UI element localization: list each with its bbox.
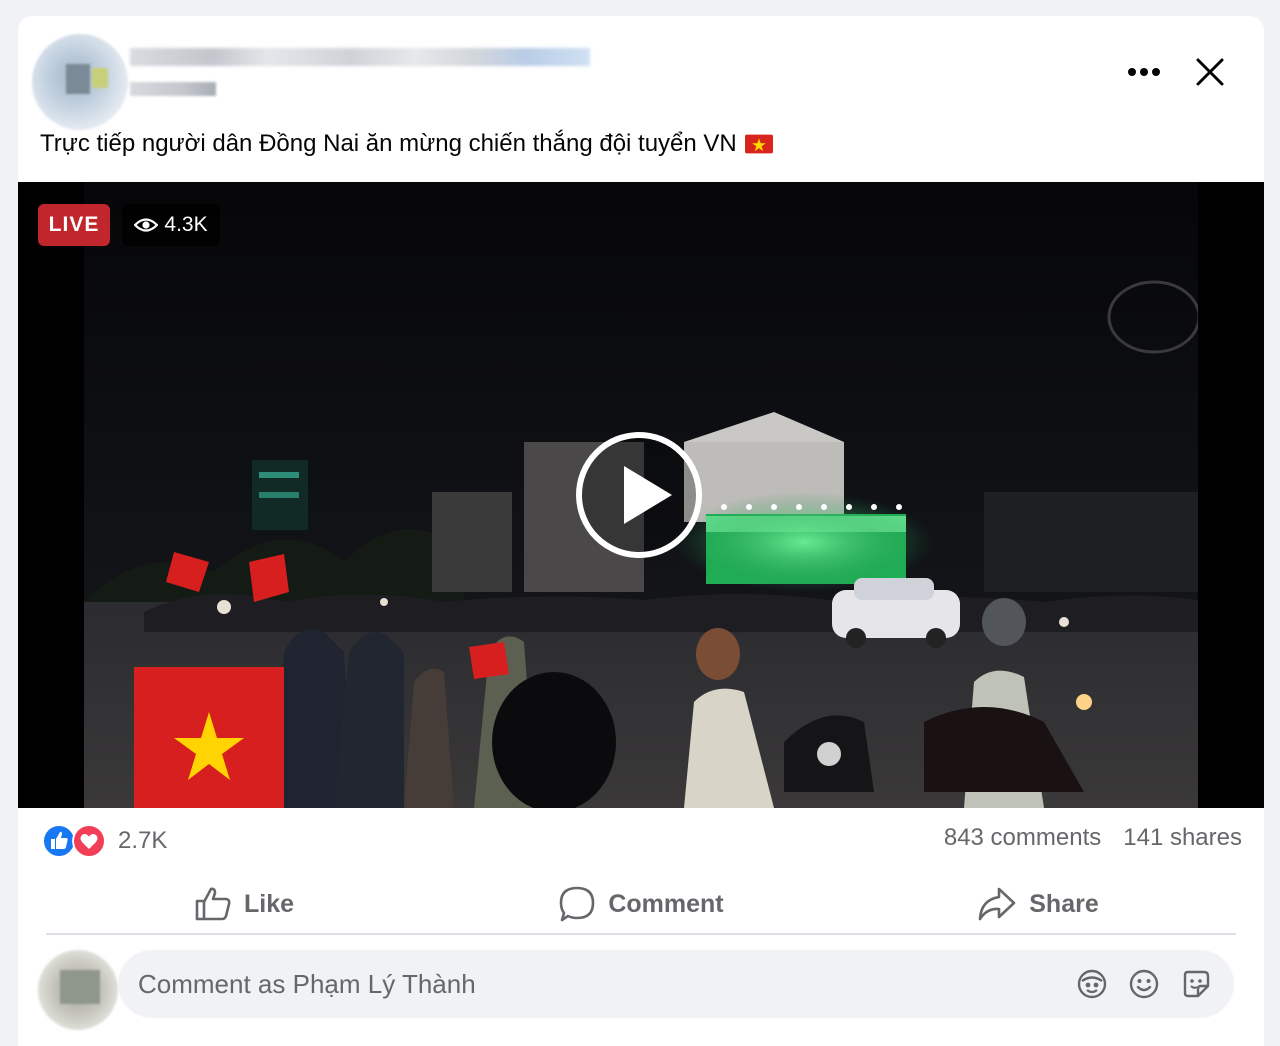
close-icon <box>1196 58 1224 86</box>
close-button[interactable] <box>1190 52 1230 92</box>
live-video-player[interactable]: LIVE 4.3K <box>18 182 1264 808</box>
reactions-summary[interactable]: 2.7K <box>42 822 167 860</box>
comment-input-tools <box>1076 968 1234 1000</box>
comment-button[interactable]: Comment <box>443 874 839 934</box>
comment-box <box>118 950 1234 1018</box>
share-label: Share <box>1029 889 1099 918</box>
comment-label: Comment <box>608 889 724 918</box>
author-name-blurred[interactable] <box>130 48 590 66</box>
sticker-icon[interactable] <box>1180 968 1212 1000</box>
more-options-button[interactable] <box>1124 54 1164 90</box>
play-button[interactable] <box>574 430 704 560</box>
post-text: Trực tiếp người dân Đồng Nai ăn mừng chi… <box>40 128 1240 160</box>
post-text-content: Trực tiếp người dân Đồng Nai ăn mừng chi… <box>40 130 737 157</box>
like-reaction-icon <box>42 824 76 858</box>
comment-bubble-icon <box>560 886 595 922</box>
comments-count[interactable]: 843 comments <box>944 824 1101 852</box>
post-actions: Like Comment Share <box>46 874 1236 934</box>
author-avatar[interactable] <box>32 34 128 130</box>
more-icon <box>1128 68 1160 76</box>
like-label: Like <box>243 889 295 918</box>
share-arrow-icon <box>978 887 1016 921</box>
like-button[interactable]: Like <box>46 874 442 934</box>
avatar-sticker-icon[interactable] <box>1076 968 1108 1000</box>
thumbs-up-icon <box>195 887 231 921</box>
share-button[interactable]: Share <box>840 874 1236 934</box>
emoji-icon[interactable] <box>1128 968 1160 1000</box>
engagement-counts: 843 comments 141 shares <box>944 824 1242 852</box>
actions-divider <box>46 933 1236 935</box>
love-reaction-icon <box>72 824 106 858</box>
post-meta-blurred <box>130 82 216 96</box>
eye-icon <box>134 218 159 232</box>
play-icon <box>576 432 702 558</box>
viewer-count-badge: 4.3K <box>122 204 220 246</box>
live-badge: LIVE <box>38 204 110 246</box>
current-user-avatar[interactable] <box>38 950 118 1030</box>
vietnam-flag-icon <box>744 134 773 154</box>
reaction-count: 2.7K <box>118 827 168 854</box>
comment-input[interactable] <box>118 953 1076 1015</box>
viewer-count: 4.3K <box>164 213 208 236</box>
post-card: Trực tiếp người dân Đồng Nai ăn mừng chi… <box>18 16 1264 1046</box>
shares-count[interactable]: 141 shares <box>1123 824 1242 852</box>
